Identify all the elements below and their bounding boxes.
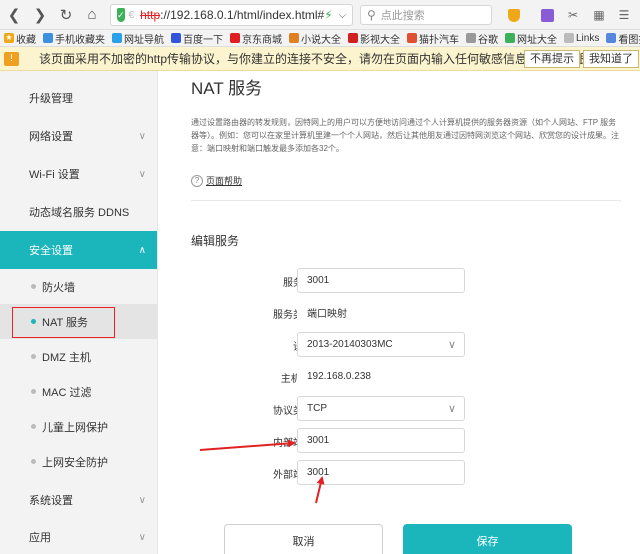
warning-text: 该页面采用不加密的http传输协议，与你建立的连接不安全，请勿在页面内输入任何敏… <box>39 52 598 66</box>
url-prefix: € <box>128 9 135 21</box>
bullet-icon <box>31 389 36 394</box>
chevron-down-icon: ∨ <box>138 494 146 506</box>
search-icon: ⚲ <box>367 8 376 22</box>
sidebar-subitem-web-security[interactable]: 上网安全防护 <box>0 444 157 479</box>
bookmark-item[interactable]: 小说大全 <box>289 31 341 46</box>
chevron-down-icon[interactable]: ⌵ <box>339 10 347 21</box>
browser-toolbar: ❮ ❯ ↻ ⌂ ✓ € http ://192.168.0.1/html/ind… <box>0 0 640 30</box>
internal-port-input[interactable]: 3001 <box>297 428 465 453</box>
sidebar-item-upgrade[interactable]: 升级管理 <box>0 79 157 117</box>
bookmark-item[interactable]: 看图搜片 <box>606 31 640 46</box>
chevron-down-icon: ∨ <box>447 339 456 351</box>
sidebar-item-system[interactable]: 系统设置 ∨ <box>0 481 157 519</box>
url-scheme: http <box>140 8 161 22</box>
menu-icon[interactable]: ☰ <box>615 6 633 24</box>
bookmark-item[interactable]: 网址导航 <box>112 31 164 46</box>
sidebar-item-security[interactable]: 安全设置 ∧ <box>0 231 157 269</box>
host-ip-value: 192.168.0.238 <box>297 364 465 389</box>
bookmark-item[interactable]: 手机收藏夹 <box>43 31 105 46</box>
reload-icon[interactable]: ↻ <box>54 3 78 27</box>
url-path: ://192.168.0.1/html/index.html# <box>160 8 325 22</box>
bullet-icon <box>31 424 36 429</box>
main-content: NAT 服务 通过设置路由器的转发规则，因特网上的用户可以方便地访问通过个人计算… <box>158 71 640 554</box>
sidebar-subitem-firewall[interactable]: 防火墙 <box>0 269 157 304</box>
home-icon[interactable]: ⌂ <box>80 3 104 27</box>
scissors-icon[interactable]: ✂ <box>562 6 584 24</box>
bullet-icon <box>31 284 36 289</box>
lightning-icon[interactable]: ⚡ <box>324 8 332 22</box>
bookmark-item[interactable]: 谷歌 <box>466 31 498 46</box>
security-warning-bar: ! 该页面采用不加密的http传输协议，与你建立的连接不安全，请勿在页面内输入任… <box>0 47 640 71</box>
bookmark-item[interactable]: 网址大全 <box>505 31 557 46</box>
bullet-icon <box>31 459 36 464</box>
sidebar-subitem-nat[interactable]: NAT 服务 <box>0 304 157 339</box>
sidebar-item-apps[interactable]: 应用 ∨ <box>0 518 157 554</box>
bookmark-item[interactable]: ★ 收藏 <box>4 31 36 46</box>
chevron-up-icon: ∧ <box>138 244 146 256</box>
section-title: 编辑服务 <box>191 234 240 248</box>
bookmark-item[interactable]: 影视大全 <box>348 31 400 46</box>
service-type-value: 端口映射 <box>297 300 465 325</box>
chevron-down-icon: ∨ <box>138 130 146 142</box>
sidebar-item-wifi[interactable]: Wi-Fi 设置 ∨ <box>0 155 157 193</box>
search-input[interactable]: ⚲ 点此搜索 <box>360 5 492 25</box>
bullet-icon <box>31 354 36 359</box>
sidebar-item-ddns[interactable]: 动态域名服务 DDNS <box>0 193 157 231</box>
external-port-input[interactable]: 3001 <box>297 460 465 485</box>
sidebar-subitem-child-protection[interactable]: 儿童上网保护 <box>0 409 157 444</box>
sidebar-item-network[interactable]: 网络设置 ∨ <box>0 117 157 155</box>
extension-purple-icon[interactable] <box>537 6 557 24</box>
page-description: 通过设置路由器的转发规则，因特网上的用户可以方便地访问通过个人计算机提供的服务器… <box>191 118 619 153</box>
sidebar-subitem-dmz[interactable]: DMZ 主机 <box>0 339 157 374</box>
bookmark-item[interactable]: 猫扑汽车 <box>407 31 459 46</box>
chevron-down-icon: ∨ <box>447 403 456 415</box>
warning-icon: ! <box>4 51 19 66</box>
extension-shield-icon[interactable] <box>505 6 523 24</box>
dismiss-warning-button[interactable]: 不再提示 <box>524 50 580 68</box>
page-title: NAT 服务 <box>191 79 263 98</box>
sidebar-subitem-mac-filter[interactable]: MAC 过滤 <box>0 374 157 409</box>
bullet-icon <box>31 319 36 324</box>
cancel-button[interactable]: 取消 <box>224 524 383 554</box>
protocol-select[interactable]: TCP ∨ <box>297 396 465 421</box>
grid-icon[interactable]: ▦ <box>590 6 608 24</box>
back-icon[interactable]: ❮ <box>2 3 26 27</box>
save-button[interactable]: 保存 <box>403 524 572 554</box>
chevron-down-icon: ∨ <box>138 531 146 543</box>
bookmarks-bar: ★ 收藏 手机收藏夹 网址导航 百度一下 京东商城 小说大全 影视大全 猫扑汽车 … <box>0 30 640 47</box>
help-icon: ? <box>191 174 203 187</box>
service-name-input[interactable]: 3001 <box>297 268 465 293</box>
chevron-down-icon: ∨ <box>138 168 146 180</box>
acknowledge-warning-button[interactable]: 我知道了 <box>583 50 639 68</box>
bookmark-item[interactable]: 百度一下 <box>171 31 223 46</box>
bookmark-item[interactable]: Links <box>564 33 599 44</box>
search-placeholder: 点此搜索 <box>380 10 425 22</box>
address-bar[interactable]: ✓ € http ://192.168.0.1/html/index.html#… <box>110 4 353 26</box>
forward-icon[interactable]: ❯ <box>28 3 52 27</box>
divider <box>191 200 621 201</box>
device-select[interactable]: 2013-20140303MC ∨ <box>297 332 465 357</box>
help-link[interactable]: ? 页面帮助 <box>191 174 242 187</box>
shield-icon: ✓ <box>117 8 125 22</box>
sidebar: 升级管理 网络设置 ∨ Wi-Fi 设置 ∨ 动态域名服务 DDNS 安全设置 ∧ 防… <box>0 71 158 554</box>
bookmark-item[interactable]: 京东商城 <box>230 31 282 46</box>
